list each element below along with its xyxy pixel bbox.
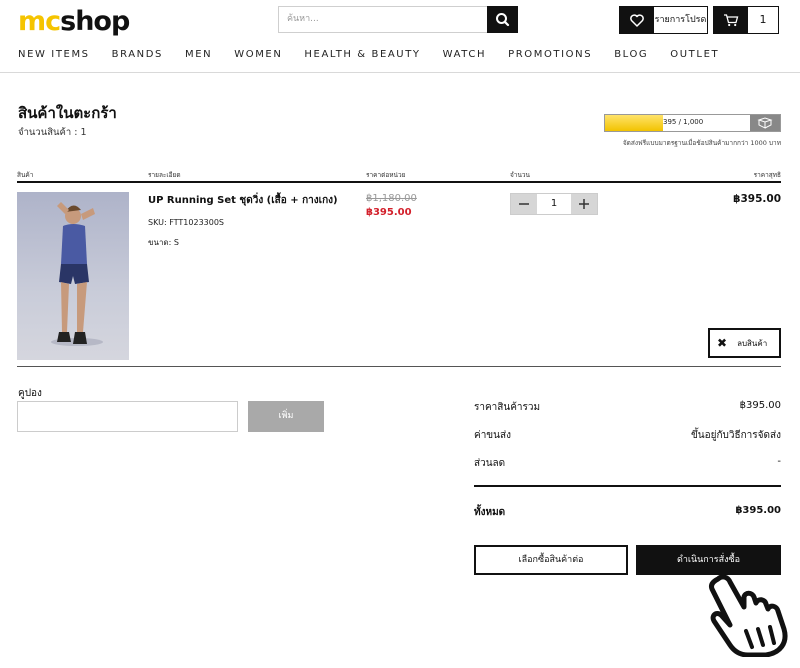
cart-count-badge: 1	[759, 13, 767, 26]
cart-button[interactable]: 1	[713, 6, 779, 34]
search-icon	[496, 13, 510, 27]
continue-shopping-button[interactable]: เลือกซื้อสินค้าต่อ	[474, 545, 628, 575]
minus-icon	[519, 203, 529, 205]
cart-item-count: จำนวนสินค้า : 1	[18, 127, 87, 138]
quantity-input[interactable]: 1	[537, 194, 571, 214]
original-price: ฿1,180.00	[366, 193, 417, 204]
nav-divider	[0, 72, 800, 73]
nav-item-women[interactable]: WOMEN	[234, 49, 282, 60]
wishlist-label: รายการโปรด	[654, 15, 707, 25]
shipping-value: ขึ้นอยู่กับวิธีการจัดส่ง	[690, 430, 781, 441]
progress-text: 395 / 1,000	[663, 118, 704, 126]
quantity-decrease-button[interactable]	[511, 194, 537, 214]
wishlist-button[interactable]: รายการโปรด	[619, 6, 708, 34]
total-value: ฿395.00	[735, 505, 781, 516]
product-image[interactable]	[17, 192, 129, 360]
close-icon: ✖	[717, 336, 728, 350]
heart-icon	[620, 7, 654, 33]
truck-icon	[750, 115, 780, 131]
checkout-button[interactable]: ดำเนินการสั่งซื้อ	[636, 545, 781, 575]
main-nav: NEW ITEMS BRANDS MEN WOMEN HEALTH & BEAU…	[18, 49, 741, 60]
nav-item-blog[interactable]: BLOG	[614, 49, 648, 60]
nav-item-watch[interactable]: WATCH	[443, 49, 486, 60]
search-input[interactable]: ค้นหา...	[278, 6, 488, 33]
cart-icon	[714, 7, 748, 33]
summary-divider	[474, 485, 781, 487]
plus-icon	[579, 199, 589, 209]
quantity-stepper: 1	[510, 193, 598, 215]
mcshop-logo[interactable]: mcshop	[18, 6, 130, 37]
nav-item-new-items[interactable]: NEW ITEMS	[18, 49, 90, 60]
nav-item-health-beauty[interactable]: HEALTH & BEAUTY	[304, 49, 420, 60]
sale-price: ฿395.00	[366, 207, 412, 218]
page-title: สินค้าในตะกร้า	[18, 104, 117, 122]
nav-item-men[interactable]: MEN	[185, 49, 212, 60]
remove-item-label: ลบสินค้า	[737, 338, 768, 348]
subtotal-label: ราคาสินค้ารวม	[474, 402, 541, 413]
item-row-divider	[17, 366, 781, 367]
shipping-note: จัดส่งฟรีแบบมาตรฐานเมื่อช้อปสินค้ามากกว่…	[622, 139, 781, 147]
col-header-unit-price: ราคาต่อหน่วย	[366, 171, 406, 179]
search-button[interactable]	[487, 6, 518, 33]
summary-total-row: ทั้งหมด ฿395.00	[474, 505, 781, 520]
shipping-label: ค่าขนส่ง	[474, 430, 511, 441]
apply-coupon-button[interactable]: เพิ่ม	[248, 401, 324, 432]
summary-shipping-row: ค่าขนส่ง ขึ้นอยู่กับวิธีการจัดส่ง	[474, 428, 781, 443]
total-label: ทั้งหมด	[474, 507, 506, 518]
discount-label: ส่วนลด	[474, 458, 506, 469]
progress-fill	[605, 115, 663, 131]
col-header-quantity: จำนวน	[510, 171, 530, 179]
nav-item-outlet[interactable]: OUTLET	[670, 49, 719, 60]
coupon-input[interactable]	[17, 401, 238, 432]
free-shipping-progress: 395 / 1,000	[604, 114, 781, 132]
hand-pointer-icon	[709, 574, 788, 657]
col-header-details: รายละเอียด	[148, 171, 181, 179]
subtotal-value: ฿395.00	[739, 400, 781, 411]
product-name[interactable]: UP Running Set ชุดวิ่ง (เสื้อ + กางเกง)	[148, 193, 338, 208]
summary-discount-row: ส่วนลด -	[474, 456, 781, 471]
remove-item-button[interactable]: ✖ ลบสินค้า	[708, 328, 781, 358]
product-sku: SKU: FTT1023300S	[148, 218, 225, 227]
table-header-divider	[17, 181, 781, 183]
product-size: ขนาด: S	[148, 238, 179, 247]
discount-value: -	[777, 456, 781, 467]
line-total: ฿395.00	[733, 193, 781, 205]
nav-item-promotions[interactable]: PROMOTIONS	[508, 49, 592, 60]
quantity-increase-button[interactable]	[571, 194, 597, 214]
nav-item-brands[interactable]: BRANDS	[112, 49, 163, 60]
col-header-product: สินค้า	[17, 171, 34, 179]
col-header-net-price: ราคาสุทธิ	[753, 171, 781, 179]
coupon-label: คูปอง	[18, 388, 42, 399]
summary-subtotal-row: ราคาสินค้ารวม ฿395.00	[474, 400, 781, 415]
